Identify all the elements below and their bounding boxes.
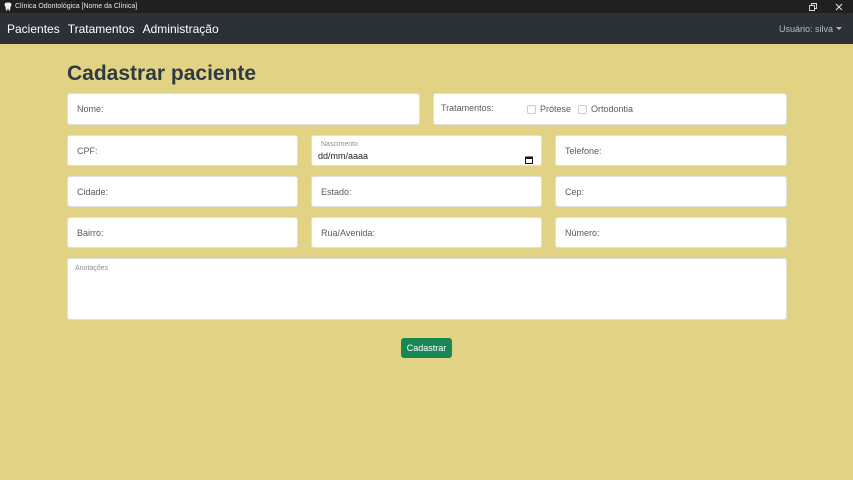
nav-item-pacientes[interactable]: Pacientes [7,22,60,36]
tratamentos-label: Tratamentos: [441,103,494,113]
ortodontia-label: Ortodontia [591,104,634,114]
cep-field[interactable]: Cep: [555,176,787,207]
numero-placeholder: Número: [565,227,600,238]
anotacoes-textarea[interactable]: Anotações [67,258,787,320]
bairro-placeholder: Bairro: [77,227,104,238]
nome-field[interactable]: Nome: [67,93,420,125]
cidade-field[interactable]: Cidade: [67,176,298,207]
window-titlebar: Clínica Odontológica [Nome da Clínica] [0,0,853,13]
cep-placeholder: Cep: [565,186,585,197]
restore-icon[interactable] [802,0,824,13]
page-title: Cadastrar paciente [67,62,257,85]
cpf-placeholder: CPF: [77,145,98,156]
estado-field[interactable]: Estado: [311,176,542,207]
ortodontia-checkbox[interactable]: Ortodontia [578,104,633,114]
nav-item-administracao[interactable]: Administração [143,22,219,36]
protese-checkbox-box[interactable] [527,104,536,114]
calendar-icon[interactable] [525,151,533,164]
estado-placeholder: Estado: [321,186,352,197]
protese-checkbox[interactable]: Prótese [527,104,571,114]
nav-item-tratamentos[interactable]: Tratamentos [68,22,135,36]
main-navbar: Pacientes Tratamentos Administração Usuá… [0,13,853,44]
telefone-field[interactable]: Telefone: [555,135,787,166]
bairro-field[interactable]: Bairro: [67,217,298,248]
cadastrar-button[interactable]: Cadastrar [401,338,452,358]
nascimento-label: Nascimento [321,141,358,148]
anotacoes-label: Anotações [75,265,109,272]
user-menu-label: Usuário: silva [778,23,833,34]
rua-field[interactable]: Rua/Avenida: [311,217,542,248]
tratamentos-group: Tratamentos: Prótese Ortodontia [433,93,787,125]
ortodontia-checkbox-box[interactable] [578,104,587,114]
cidade-placeholder: Cidade: [77,186,109,197]
telefone-placeholder: Telefone: [565,145,602,156]
user-menu-dropdown[interactable]: Usuário: silva [779,13,842,44]
nascimento-field[interactable]: Nascimento dd/mm/aaaa [311,135,542,166]
window-title: Clínica Odontológica [Nome da Clínica] [15,3,138,10]
tooth-icon [3,2,12,11]
protese-label: Prótese [540,104,572,114]
cpf-field[interactable]: CPF: [67,135,298,166]
close-icon[interactable] [828,0,850,13]
nascimento-value: dd/mm/aaaa [318,151,369,161]
rua-placeholder: Rua/Avenida: [321,227,375,238]
nome-placeholder: Nome: [77,104,104,114]
chevron-down-icon [836,27,842,30]
numero-field[interactable]: Número: [555,217,787,248]
